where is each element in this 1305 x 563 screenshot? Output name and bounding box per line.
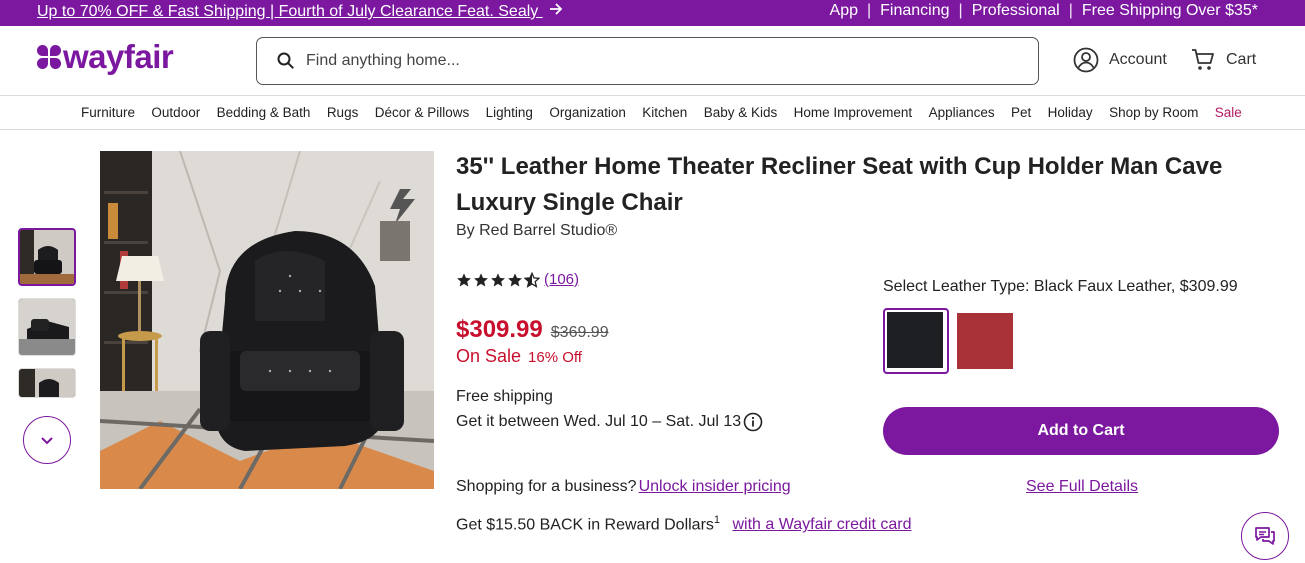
thumbnail-list [18, 228, 76, 410]
promo-link[interactable]: Up to 70% OFF & Fast Shipping | Fourth o… [37, 2, 563, 21]
delivery-estimate: Get it between Wed. Jul 10 – Sat. Jul 13 [456, 412, 763, 432]
nav-item-home-improvement[interactable]: Home Improvement [794, 105, 913, 120]
star-icon [474, 272, 488, 286]
thumbnail-3[interactable] [18, 368, 76, 398]
search-input[interactable] [306, 52, 986, 70]
reward-text: Get $15.50 BACK in Reward Dollars [456, 516, 714, 534]
nav-item-shop-by-room[interactable]: Shop by Room [1109, 105, 1198, 120]
star-icon [457, 272, 471, 286]
shipping-label: Free shipping [456, 388, 553, 405]
nav-item-lighting[interactable]: Lighting [486, 105, 533, 120]
sale-price: $309.99 [456, 316, 543, 343]
promo-link-app[interactable]: App [830, 2, 858, 20]
business-text: Shopping for a business? [456, 478, 637, 495]
info-icon[interactable] [743, 412, 763, 432]
star-icon [508, 272, 522, 286]
nav-item-furniture[interactable]: Furniture [81, 105, 135, 120]
account-icon [1073, 47, 1099, 73]
site-header: wayfair Account Cart [0, 26, 1305, 96]
brand-link[interactable]: By Red Barrel Studio® [456, 222, 617, 240]
promo-link-free-shipping[interactable]: Free Shipping Over $35* [1082, 2, 1258, 20]
account-label: Account [1109, 51, 1167, 68]
promo-text: Up to 70% OFF & Fast Shipping | Fourth o… [37, 3, 539, 20]
cart-icon [1192, 49, 1214, 70]
business-pricing: Shopping for a business? Unlock insider p… [456, 478, 791, 496]
nav-item-holiday[interactable]: Holiday [1048, 105, 1093, 120]
swatch-red[interactable] [957, 313, 1013, 369]
star-icon [491, 272, 505, 286]
nav-item-sale[interactable]: Sale [1215, 105, 1242, 120]
cart-button[interactable]: Cart [1190, 47, 1256, 73]
insider-pricing-link[interactable]: Unlock insider pricing [639, 478, 791, 495]
product-main-image[interactable] [100, 151, 434, 489]
nav-item-kitchen[interactable]: Kitchen [642, 105, 687, 120]
delivery-text: Get it between Wed. Jul 10 – Sat. Jul 13 [456, 413, 742, 430]
swatch-black-faux-leather[interactable] [887, 312, 943, 368]
add-to-cart-button[interactable]: Add to Cart [883, 407, 1279, 455]
chevron-down-icon [41, 437, 53, 445]
nav-item-bedding-bath[interactable]: Bedding & Bath [217, 105, 311, 120]
nav-item-pet[interactable]: Pet [1011, 105, 1031, 120]
product-title: 35'' Leather Home Theater Recliner Seat … [456, 153, 1223, 216]
nav-item-organization[interactable]: Organization [549, 105, 626, 120]
promo-bar: Up to 70% OFF & Fast Shipping | Fourth o… [0, 0, 1305, 26]
thumbnail-1[interactable] [18, 228, 76, 286]
wayfair-logo[interactable]: wayfair [37, 38, 174, 75]
account-button[interactable]: Account [1073, 47, 1167, 73]
search-icon [277, 52, 294, 69]
see-full-details-link[interactable]: See Full Details [1026, 478, 1138, 496]
promo-links: App | Financing | Professional | Free Sh… [830, 2, 1258, 20]
divider: | [958, 2, 963, 19]
nav-item-decor-pillows[interactable]: Décor & Pillows [375, 105, 470, 120]
nav-item-outdoor[interactable]: Outdoor [151, 105, 200, 120]
leather-type-label: Select Leather Type: Black Faux Leather,… [883, 278, 1238, 295]
promo-link-financing[interactable]: Financing [880, 2, 949, 20]
price-block: $309.99 $369.99 [456, 316, 609, 344]
original-price: $369.99 [550, 324, 609, 341]
divider: | [867, 2, 872, 19]
logo-text: wayfair [63, 38, 174, 75]
nav-item-appliances[interactable]: Appliances [929, 105, 995, 120]
reward-footnote: 1 [713, 514, 721, 526]
chat-button[interactable] [1241, 512, 1289, 560]
logo-mark-icon [37, 44, 61, 69]
credit-card-link[interactable]: with a Wayfair credit card [732, 516, 911, 533]
sale-info: On Sale 16% Off [456, 346, 582, 367]
nav-item-baby-kids[interactable]: Baby & Kids [704, 105, 778, 120]
rating: (106) [456, 271, 579, 288]
star-rating [456, 271, 541, 288]
divider: | [1068, 2, 1073, 19]
promo-link-professional[interactable]: Professional [972, 2, 1060, 20]
thumbnail-2[interactable] [18, 298, 76, 356]
product-photo [100, 151, 434, 489]
category-nav: Furniture Outdoor Bedding & Bath Rugs Dé… [0, 97, 1305, 130]
star-half-icon [524, 271, 540, 288]
arrow-right-icon [549, 2, 563, 21]
chat-icon [1255, 527, 1275, 545]
thumbnails-next-button[interactable] [23, 416, 71, 464]
search-box[interactable] [256, 37, 1039, 85]
review-count-link[interactable]: (106) [544, 271, 579, 288]
percent-off: 16% Off [528, 349, 582, 366]
on-sale-label: On Sale [456, 346, 522, 366]
nav-item-rugs[interactable]: Rugs [327, 105, 359, 120]
reward-dollars: Get $15.50 BACK in Reward Dollars1 with … [456, 514, 912, 534]
cart-label: Cart [1226, 51, 1257, 68]
